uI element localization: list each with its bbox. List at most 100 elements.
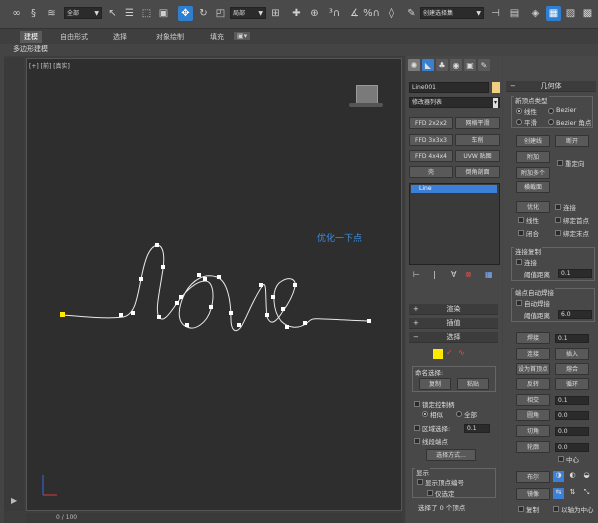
select-object-icon[interactable]: ↖ [105,6,120,21]
select-by-name-icon[interactable]: ☰ [122,6,137,21]
linear-radio[interactable] [516,108,522,114]
rect-selection-icon[interactable]: ⬚ [139,6,154,21]
fuse-button[interactable]: 熔合 [555,363,589,375]
ffd-4x4x4-button[interactable]: FFD 4x4x4 [409,150,453,162]
make-unique-icon[interactable]: ∀ [451,270,456,279]
reorient-checkbox[interactable] [557,160,563,166]
object-name-input[interactable]: Line001 [409,82,489,93]
similar-radio[interactable] [422,411,428,417]
layer-icon[interactable]: ◈ [528,6,543,21]
attach-button[interactable]: 附加 [516,151,550,163]
mirror-copy-checkbox[interactable] [518,506,524,512]
expand-icon[interactable]: ▶ [11,496,17,506]
object-color-swatch[interactable] [492,82,500,93]
pin-stack-icon[interactable]: ⊢ [413,270,420,279]
first-vertex[interactable] [60,312,65,317]
all-radio[interactable] [456,411,462,417]
meshsmooth-button[interactable]: 网格平滑 [455,117,500,129]
weld-threshold-spinner[interactable]: 6.0 [558,310,592,319]
modify-tab-icon[interactable]: ◣ [422,59,434,71]
paste-button[interactable]: 粘贴 [457,378,489,390]
rollout-selection[interactable]: − 选择 [409,332,498,343]
tab-object-paint[interactable]: 对象绘制 [156,32,184,42]
tab-modeling[interactable]: 建模 [20,31,42,43]
outline-button[interactable]: 轮廓 [516,441,550,453]
create-tab-icon[interactable]: ✺ [408,59,420,71]
connect-button[interactable]: 连接 [516,348,550,360]
vertex-mode-icon[interactable] [433,349,443,359]
select-manipulate-icon[interactable]: ✚ [289,6,304,21]
threshold-spinner[interactable]: 0.1 [558,269,592,278]
spline-mode-icon[interactable]: ∿ [458,348,465,357]
bind-last-checkbox[interactable] [555,230,561,236]
linear2-checkbox[interactable] [518,217,524,223]
mirror-icon[interactable]: ⊣ [488,6,503,21]
percent-snap-icon[interactable]: %∩ [363,6,380,21]
pivot-center-checkbox[interactable] [553,506,559,512]
hierarchy-tab-icon[interactable]: ♣ [436,59,448,71]
refine-button[interactable]: 优化 [516,201,550,213]
ffd-2x2x2-button[interactable]: FFD 2x2x2 [409,117,453,129]
align-icon[interactable]: ▤ [507,6,522,21]
select-by-button[interactable]: 选择方式... [426,449,476,461]
mirror-v-icon[interactable]: ⇅ [567,488,578,499]
rollout-rendering[interactable]: + 渲染 [409,304,498,315]
bezier-corner-radio[interactable] [548,119,554,125]
cross-insert-spinner[interactable]: 0.1 [555,396,589,405]
keyboard-shortcut-icon[interactable]: ⊕ [307,6,322,21]
edit-named-sel-icon[interactable]: ✎ [404,6,419,21]
copy-button[interactable]: 复制 [419,378,451,390]
weld-spinner[interactable]: 0.1 [555,334,589,343]
utilities-tab-icon[interactable]: ✎ [478,59,490,71]
remove-modifier-icon[interactable]: ⊗ [465,270,472,279]
segment-mode-icon[interactable]: ✓ [446,348,453,357]
cycle-button[interactable]: 循环 [555,378,589,390]
shell-button[interactable]: 壳 [409,166,453,178]
motion-tab-icon[interactable]: ◉ [450,59,462,71]
graphite-icon[interactable]: ▦ [546,6,561,21]
rollout-geometry[interactable]: − 几何体 [506,81,596,92]
fillet-spinner[interactable]: 0.0 [555,411,589,420]
ffd-3x3x3-button[interactable]: FFD 3x3x3 [409,134,453,146]
area-select-spinner[interactable]: 0.1 [464,424,490,433]
show-vertex-numbers-checkbox[interactable] [417,479,423,485]
attach-multiple-button[interactable]: 附加多个 [516,167,550,179]
center-checkbox[interactable] [558,456,564,462]
union-icon[interactable]: ◑ [553,471,564,482]
cross-insert-button[interactable]: 相交 [516,394,550,406]
mirror-both-icon[interactable]: ⤡ [581,488,592,499]
unlink-icon[interactable]: § [26,6,41,21]
bevel-profile-button[interactable]: 倒角剖面 [455,166,500,178]
configure-sets-icon[interactable]: ▦ [485,270,493,279]
schematic-icon[interactable]: ▩ [580,6,595,21]
spinner-snap-icon[interactable]: ◊ [384,6,399,21]
rollout-interpolation[interactable]: + 插值 [409,318,498,329]
selection-filter-dropdown[interactable]: 全部 ▼ [64,7,102,19]
chamfer-button[interactable]: 切角 [516,425,550,437]
select-link-icon[interactable]: ∞ [9,6,24,21]
tab-populate[interactable]: 填充 [210,32,224,42]
ribbon-options-icon[interactable]: ▣▾ [234,32,251,40]
insert-button[interactable]: 插入 [555,348,589,360]
smooth-radio[interactable] [516,119,522,125]
time-slider[interactable]: 0 / 100 [26,513,402,523]
modifier-stack[interactable]: Line [409,183,500,265]
connect-copy-checkbox[interactable] [516,259,522,265]
ref-coord-dropdown[interactable]: 局部 ▼ [230,7,266,19]
connect-checkbox[interactable] [555,204,561,210]
stack-item-line[interactable]: Line [411,185,497,193]
chamfer-spinner[interactable]: 0.0 [555,427,589,436]
curve-editor-icon[interactable]: ▨ [563,6,578,21]
break-button[interactable]: 断开 [555,135,589,147]
window-crossing-icon[interactable]: ▣ [156,6,171,21]
lock-handles-checkbox[interactable] [414,401,420,407]
bind-first-checkbox[interactable] [555,217,561,223]
named-selection-dropdown[interactable]: 创建选择集 ▼ [420,7,484,19]
mirror-h-icon[interactable]: ⇆ [553,488,564,499]
outline-spinner[interactable]: 0.0 [555,443,589,452]
selected-only-checkbox[interactable] [427,490,433,496]
pivot-center-icon[interactable]: ⊞ [268,6,283,21]
display-tab-icon[interactable]: ▣ [464,59,476,71]
love-spline[interactable] [27,59,403,512]
tab-selection[interactable]: 选择 [113,32,127,42]
